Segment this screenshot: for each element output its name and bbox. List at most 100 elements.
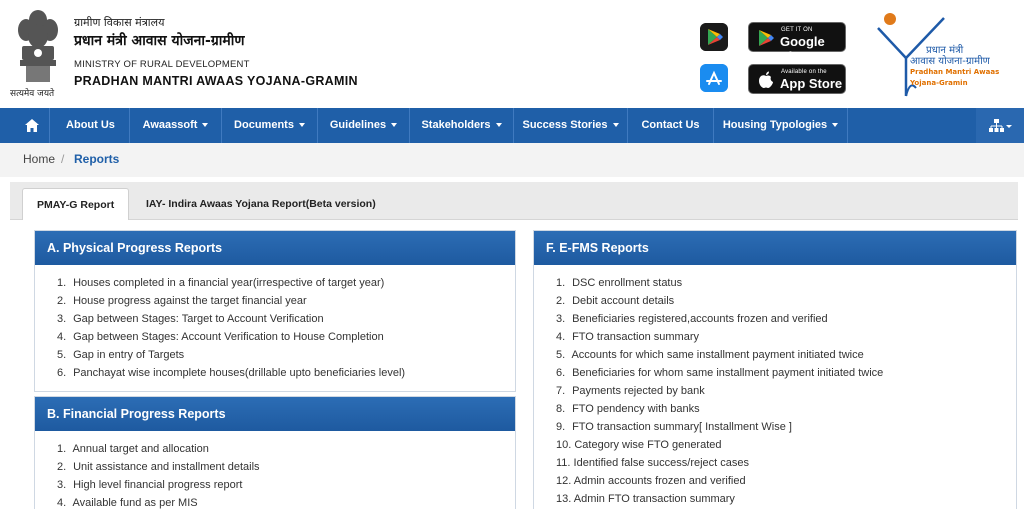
item-number: 1. (57, 277, 67, 289)
google-play-button[interactable]: GET IT ON Google Play (748, 22, 846, 64)
app-store-label: App Store (780, 76, 843, 91)
nav-about-us[interactable]: About Us (52, 108, 130, 143)
item-number: 6. (57, 367, 67, 379)
report-link[interactable]: 13. Admin FTO transaction summary (556, 490, 1016, 508)
item-text: High level financial progress report (73, 479, 243, 491)
item-number: 12. (556, 475, 572, 487)
caret-down-icon (495, 123, 502, 128)
ministry-english: MINISTRY OF RURAL DEVELOPMENT (74, 59, 250, 70)
item-number: 10. (556, 439, 572, 451)
logo-line-3: Pradhan Mantri Awaas Yojana-Gramin (910, 68, 1000, 87)
logo-line-1: प्रधान मंत्री (926, 45, 964, 56)
item-number: 13. (556, 493, 572, 505)
report-link[interactable]: 11. Identified false success/reject case… (556, 454, 1016, 472)
emblem-caption: सत्यमेव जयते (10, 89, 55, 99)
nav-label: Documents (234, 119, 294, 131)
scheme-hindi: प्रधान मंत्री आवास योजना-ग्रामीण (74, 33, 245, 49)
app-store-icon[interactable] (700, 64, 728, 92)
nav-contact-us[interactable]: Contact Us (628, 108, 714, 143)
sitemap-icon (989, 119, 1012, 132)
physical-progress-panel: A. Physical Progress Reports 1. Houses c… (34, 230, 516, 392)
play-triangle-icon (759, 30, 774, 46)
caret-down-icon (298, 123, 305, 128)
report-link[interactable]: 4. FTO transaction summary (556, 328, 1016, 346)
report-tabs: PMAY-G Report IAY- Indira Awaas Yojana R… (10, 182, 1018, 221)
item-number: 2. (57, 461, 67, 473)
item-text: FTO transaction summary (572, 331, 700, 343)
panel-title: A. Physical Progress Reports (35, 231, 515, 265)
report-link[interactable]: 1. DSC enrollment status (556, 274, 1016, 292)
nav-awaassoft[interactable]: Awaassoft (130, 108, 222, 143)
report-link[interactable]: 7. Payments rejected by bank (556, 382, 1016, 400)
item-number: 4. (556, 331, 566, 343)
report-link[interactable]: 3. Gap between Stages: Target to Account… (57, 310, 515, 328)
tab-iay-report[interactable]: IAY- Indira Awaas Yojana Report(Beta ver… (132, 188, 390, 220)
report-link[interactable]: 8. FTO pendency with banks (556, 400, 1016, 418)
app-store-button[interactable]: Available on the App Store (748, 64, 846, 94)
tab-pmay-g-report[interactable]: PMAY-G Report (22, 188, 130, 221)
item-number: 11. (556, 457, 571, 469)
report-link[interactable]: 3. Beneficiaries registered,accounts fro… (556, 310, 1016, 328)
caret-down-icon (202, 123, 209, 128)
google-play-caption: GET IT ON (781, 27, 813, 33)
report-link[interactable]: 5. Gap in entry of Targets (57, 346, 515, 364)
report-link[interactable]: 5. Accounts for which same installment p… (556, 346, 1016, 364)
nav-label: Stakeholders (421, 119, 491, 131)
item-text: Identified false success/reject cases (573, 457, 750, 469)
nav-documents[interactable]: Documents (222, 108, 318, 143)
report-link[interactable]: 10. Category wise FTO generated (556, 436, 1016, 454)
report-link[interactable]: 3. High level financial progress report (57, 476, 515, 494)
nav-label: Guidelines (329, 119, 387, 131)
item-text: Admin accounts frozen and verified (573, 475, 746, 487)
breadcrumb-separator: / (61, 152, 65, 166)
report-link[interactable]: 4. Available fund as per MIS (57, 494, 515, 509)
nav-label: Housing Typologies (722, 119, 828, 131)
item-text: Beneficiaries registered,accounts frozen… (572, 313, 828, 325)
report-link[interactable]: 4. Gap between Stages: Account Verificat… (57, 328, 515, 346)
report-link[interactable]: 6. Panchayat wise incomplete houses(dril… (57, 364, 515, 382)
report-link[interactable]: 1. Houses completed in a financial year(… (57, 274, 515, 292)
caret-down-icon (832, 123, 839, 128)
item-text: Category wise FTO generated (574, 439, 722, 451)
breadcrumb-current: Reports (74, 152, 120, 166)
nav-success-stories[interactable]: Success Stories (514, 108, 628, 143)
item-text: Annual target and allocation (72, 443, 209, 455)
report-link[interactable]: 1. Annual target and allocation (57, 440, 515, 458)
google-play-icon[interactable] (700, 23, 728, 51)
site-header: सत्यमेव जयते ग्रामीण विकास मंत्रालय प्रध… (0, 0, 1024, 108)
app-store-caption: Available on the (781, 69, 827, 75)
item-text: Houses completed in a financial year(irr… (73, 277, 385, 289)
nav-label: Awaassoft (142, 119, 198, 131)
nav-label: Success Stories (522, 119, 608, 131)
item-number: 2. (556, 295, 566, 307)
item-text: Gap between Stages: Account Verification… (73, 331, 384, 343)
report-link[interactable]: 9. FTO transaction summary[ Installment … (556, 418, 1016, 436)
scheme-english[interactable]: PRADHAN MANTRI AWAAS YOJANA-GRAMIN (74, 74, 358, 88)
report-link[interactable]: 2. Debit account details (556, 292, 1016, 310)
item-text: Panchayat wise incomplete houses(drillab… (73, 367, 406, 379)
item-number: 5. (556, 349, 566, 361)
google-play-label: Google Play (780, 34, 825, 64)
report-link[interactable]: 2. House progress against the target fin… (57, 292, 515, 310)
nav-home[interactable] (14, 108, 50, 143)
item-number: 3. (57, 313, 67, 325)
sitemap-button[interactable] (976, 108, 1024, 143)
report-link[interactable]: 6. Beneficiaries for whom same installme… (556, 364, 1016, 382)
report-link[interactable]: 12. Admin accounts frozen and verified (556, 472, 1016, 490)
nav-guidelines[interactable]: Guidelines (318, 108, 410, 143)
item-number: 8. (556, 403, 566, 415)
caret-down-icon (391, 123, 398, 128)
breadcrumb: Home / Reports (0, 143, 1024, 177)
nav-stakeholders[interactable]: Stakeholders (410, 108, 514, 143)
item-number: 1. (57, 443, 67, 455)
item-text: Available fund as per MIS (72, 497, 198, 509)
item-text: Beneficiaries for whom same installment … (572, 367, 884, 379)
item-text: Accounts for which same installment paym… (571, 349, 864, 361)
item-text: Debit account details (572, 295, 675, 307)
nav-housing-typologies[interactable]: Housing Typologies (714, 108, 848, 143)
breadcrumb-home-link[interactable]: Home (23, 152, 55, 166)
report-link[interactable]: 2. Unit assistance and installment detai… (57, 458, 515, 476)
caret-down-icon (612, 123, 619, 128)
efms-report-list: 1. DSC enrollment status 2. Debit accoun… (534, 265, 1016, 508)
item-number: 6. (556, 367, 566, 379)
